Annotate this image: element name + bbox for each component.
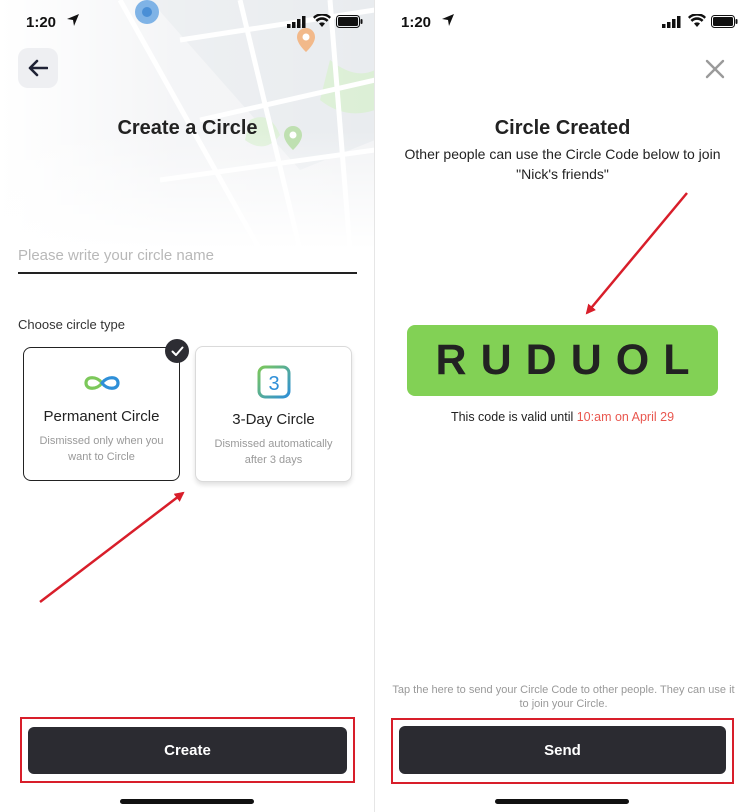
status-time: 1:20 (401, 14, 432, 31)
three-day-icon-number: 3 (268, 373, 279, 395)
status-time: 1:20 (26, 14, 57, 31)
infinity-icon (83, 376, 120, 390)
circle-created-screen: 1:20 Circle Created Other people can use… (375, 0, 750, 812)
status-bar: 1:20 (0, 0, 375, 44)
back-button[interactable] (18, 48, 58, 88)
send-button[interactable]: Send (399, 726, 726, 774)
back-arrow-icon (28, 59, 48, 77)
battery-icon (336, 15, 363, 28)
location-arrow-icon (67, 14, 79, 26)
cellular-signal-icon (662, 16, 681, 28)
circle-code: RUDUOL (435, 336, 704, 384)
choose-circle-type-label: Choose circle type (18, 317, 125, 332)
home-indicator (495, 799, 629, 804)
page-title: Create a Circle (117, 117, 258, 139)
code-validity: This code is valid until 10:am on April … (375, 410, 750, 424)
wifi-icon (688, 14, 706, 27)
status-bar: 1:20 (375, 0, 750, 44)
code-validity-prefix: This code is valid until (450, 410, 577, 424)
selected-check-icon (165, 339, 189, 363)
three-day-circle-option[interactable]: 3 3-Day Circle Dismissed automatically a… (195, 346, 352, 482)
wifi-icon (313, 14, 331, 27)
page-title: Circle Created (494, 117, 631, 139)
send-hint-text: Tap the here to send your Circle Code to… (392, 684, 735, 710)
circle-name-input[interactable] (18, 238, 357, 274)
create-circle-screen: 1:20 Create a Circle Choose circle type (0, 0, 375, 812)
three-day-circle-description: Dismissed automatically after 3 days (214, 438, 333, 466)
permanent-circle-option[interactable]: Permanent Circle Dismissed only when you… (23, 347, 180, 481)
code-validity-time: 10:am on April 29 (576, 410, 675, 424)
three-day-circle-title: 3-Day Circle (232, 411, 315, 428)
home-indicator (120, 799, 254, 804)
circle-created-subtitle: Other people can use the Circle Code bel… (404, 146, 721, 182)
permanent-circle-title: Permanent Circle (43, 408, 160, 425)
three-day-icon: 3 (257, 365, 290, 399)
location-arrow-icon (442, 14, 454, 26)
circle-code-box: RUDUOL (407, 325, 718, 396)
battery-icon (711, 15, 738, 28)
create-button[interactable]: Create (28, 727, 347, 774)
close-icon[interactable] (704, 58, 726, 80)
cellular-signal-icon (287, 16, 306, 28)
permanent-circle-description: Dismissed only when you want to Circle (39, 435, 164, 463)
